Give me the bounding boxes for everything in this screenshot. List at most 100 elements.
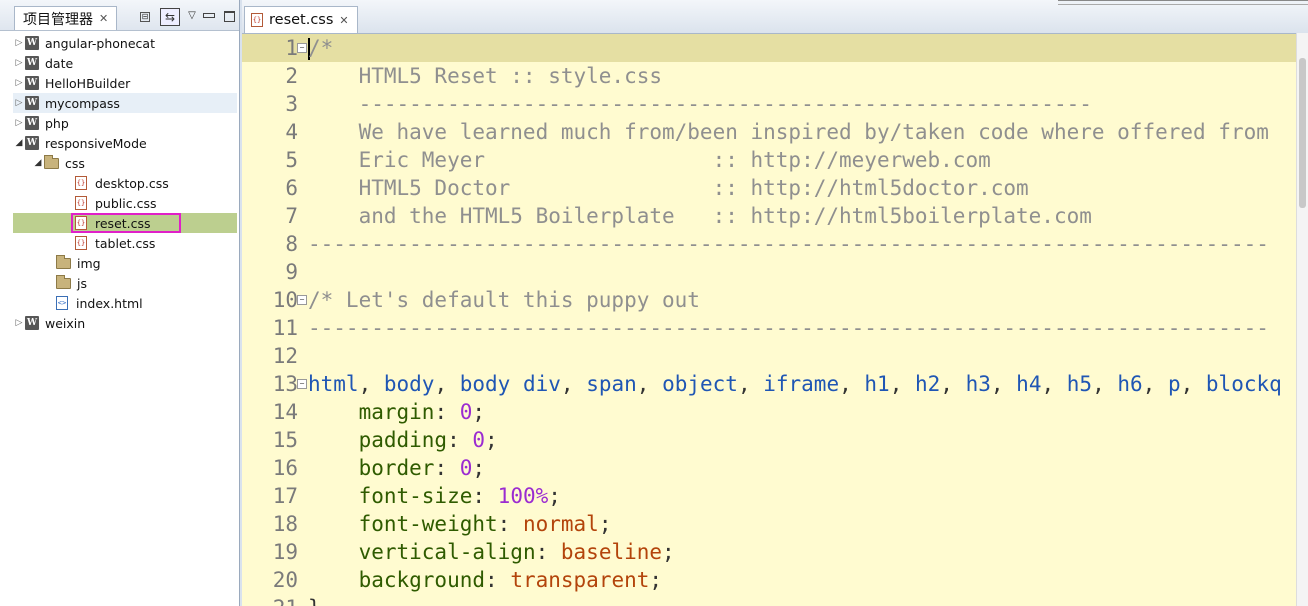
code-token: ;: [662, 540, 675, 564]
css-file-icon: {}: [75, 196, 87, 210]
tree-item-tablet-css[interactable]: {} tablet.css: [13, 233, 237, 253]
code-line[interactable]: 15 padding: 0;: [242, 426, 1296, 454]
code-area[interactable]: 1−/* 2 HTML5 Reset :: style.css 3 --------…: [242, 33, 1296, 606]
code-line[interactable]: 14 margin: 0;: [242, 398, 1296, 426]
collapse-arrow-icon[interactable]: ◢: [13, 138, 25, 148]
code-line[interactable]: 4 We have learned much from/been inspire…: [242, 118, 1296, 146]
code-token: h6: [1117, 372, 1143, 396]
expand-arrow-icon[interactable]: ▷: [13, 58, 25, 68]
fold-toggle-icon[interactable]: −: [297, 43, 307, 53]
collapse-arrow-icon[interactable]: ◢: [32, 158, 44, 168]
tree-item-label: weixin: [45, 315, 86, 331]
maximize-icon[interactable]: [222, 10, 236, 24]
code-token: h2: [914, 372, 941, 396]
tree-item-responsivemode[interactable]: ◢ W responsiveMode: [13, 133, 237, 153]
code-token: HTML5 Doctor :: http://html5doctor.com: [308, 176, 1029, 200]
code-token: }: [308, 596, 321, 606]
folder-icon: [44, 154, 59, 169]
code-text: font-weight: normal;: [308, 510, 612, 538]
expand-arrow-icon[interactable]: ▷: [13, 118, 25, 128]
code-line[interactable]: 8 ---------------------------------------…: [242, 230, 1296, 258]
expand-arrow-icon[interactable]: ▷: [13, 38, 25, 48]
expand-arrow-icon[interactable]: ▷: [13, 98, 25, 108]
view-menu-icon[interactable]: ▽: [185, 10, 199, 24]
expand-arrow-icon[interactable]: ▷: [13, 318, 25, 328]
code-line[interactable]: 12: [242, 342, 1296, 370]
expand-arrow-icon[interactable]: ▷: [13, 78, 25, 88]
tree-item-img-folder[interactable]: img: [13, 253, 237, 273]
code-token: ----------------------------------------…: [308, 232, 1269, 256]
tree-item-desktop-css[interactable]: {} desktop.css: [13, 173, 237, 193]
link-with-editor-icon[interactable]: ⇆: [160, 8, 180, 26]
fold-toggle-icon[interactable]: −: [297, 295, 307, 305]
code-token: :: [485, 568, 511, 592]
code-line[interactable]: 16 border: 0;: [242, 454, 1296, 482]
tab-reset-css[interactable]: {} reset.css ✕: [244, 6, 358, 33]
line-number: 20: [272, 568, 298, 592]
close-icon[interactable]: ✕: [339, 14, 348, 27]
css-file-icon: {}: [75, 236, 87, 250]
tree-item-index-html[interactable]: <> index.html: [13, 293, 237, 313]
code-line[interactable]: 2 HTML5 Reset :: style.css: [242, 62, 1296, 90]
code-token: We have learned much from/been inspired …: [308, 120, 1269, 144]
tree-item-php[interactable]: ▷ W php: [13, 113, 237, 133]
code-token: ----------------------------------------…: [308, 92, 1092, 116]
code-line[interactable]: 13− html, body, body div, span, object, i…: [242, 370, 1296, 398]
folder-icon: [56, 274, 71, 289]
tree-item-label: responsiveMode: [45, 135, 147, 151]
minimize-icon[interactable]: [202, 10, 216, 24]
code-token: ,: [636, 372, 663, 396]
tree-item-public-css[interactable]: {} public.css: [13, 193, 237, 213]
code-line[interactable]: 3 --------------------------------------…: [242, 90, 1296, 118]
code-line[interactable]: 19 vertical-align: baseline;: [242, 538, 1296, 566]
code-text: /* Let's default this puppy out: [308, 286, 700, 314]
code-token: ;: [598, 512, 612, 536]
code-line[interactable]: 18 font-weight: normal;: [242, 510, 1296, 538]
tree-item-hellohbuilder[interactable]: ▷ W HelloHBuilder: [13, 73, 237, 93]
code-line[interactable]: 21}: [242, 594, 1296, 606]
code-line[interactable]: 17 font-size: 100%;: [242, 482, 1296, 510]
tab-project-explorer[interactable]: 项目管理器 ✕: [14, 6, 118, 30]
tree-item-date[interactable]: ▷ W date: [13, 53, 237, 73]
code-line[interactable]: 10−/* Let's default this puppy out: [242, 286, 1296, 314]
tree-item-js-folder[interactable]: js: [13, 273, 237, 293]
vertical-scrollbar[interactable]: [1296, 33, 1308, 606]
tree-item-label: public.css: [95, 195, 157, 211]
tree-item-reset-css[interactable]: {} reset.css: [13, 213, 237, 233]
code-token: /* Let's default this puppy out: [308, 288, 700, 312]
code-line[interactable]: 1−/*: [242, 34, 1296, 62]
tree-item-weixin[interactable]: ▷ W weixin: [13, 313, 237, 333]
code-token: ,: [990, 372, 1017, 396]
scrollbar-thumb[interactable]: [1299, 58, 1306, 208]
project-tree: ▷ W angular-phonecat ▷ W date ▷ W HelloH…: [13, 33, 237, 333]
fold-toggle-icon[interactable]: −: [297, 379, 307, 389]
tree-item-label: php: [45, 115, 69, 131]
code-token: :: [472, 484, 498, 508]
code-text: padding: 0;: [308, 426, 498, 454]
code-token: border: [358, 456, 435, 480]
tree-item-label: index.html: [76, 295, 143, 311]
code-text: /*: [308, 34, 333, 62]
project-explorer-panel: 项目管理器 ✕ ⊟ ⇆ ▽ ▷ W angular-phonecat ▷ W d…: [0, 0, 240, 606]
tree-item-mycompass[interactable]: ▷ W mycompass: [13, 93, 237, 113]
web-project-icon: W: [25, 76, 39, 90]
tree-item-angular-phonecat[interactable]: ▷ W angular-phonecat: [13, 33, 237, 53]
close-icon[interactable]: ✕: [99, 12, 108, 25]
code-line[interactable]: 7 and the HTML5 Boilerplate :: http://ht…: [242, 202, 1296, 230]
code-token: h4: [1016, 372, 1042, 396]
tree-item-css-folder[interactable]: ◢ css: [13, 153, 237, 173]
code-text: Eric Meyer :: http://meyerweb.com: [308, 146, 991, 174]
code-token: :: [535, 540, 561, 564]
code-text: ----------------------------------------…: [308, 314, 1269, 342]
code-line[interactable]: 20 background: transparent;: [242, 566, 1296, 594]
code-line[interactable]: 5 Eric Meyer :: http://meyerweb.com: [242, 146, 1296, 174]
code-line[interactable]: 9: [242, 258, 1296, 286]
editor-tab-label: reset.css: [269, 12, 334, 28]
line-number: 19: [272, 540, 298, 564]
code-line[interactable]: 6 HTML5 Doctor :: http://html5doctor.com: [242, 174, 1296, 202]
collapse-all-icon[interactable]: ⊟: [140, 12, 150, 22]
code-line[interactable]: 11 --------------------------------------…: [242, 314, 1296, 342]
code-token: 0: [459, 400, 473, 424]
